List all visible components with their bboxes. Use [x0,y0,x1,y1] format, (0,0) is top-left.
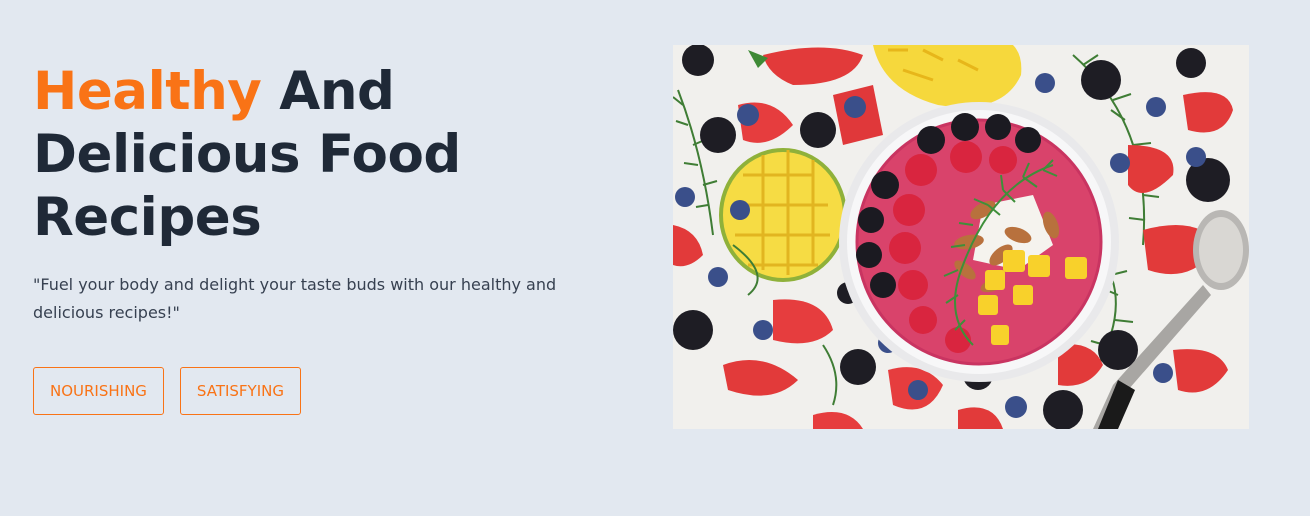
hero-title-accent: Healthy [33,61,262,122]
tag-button-row: NOURISHING SATISFYING [33,367,301,415]
smoothie-bowl-illustration [673,45,1249,429]
hero-title-line1-rest: And [261,61,395,122]
satisfying-button[interactable]: SATISFYING [179,367,301,415]
hero-title: Healthy And Delicious Food Recipes [33,60,593,249]
nourishing-button[interactable]: NOURISHING [33,367,164,415]
hero-title-line3: Recipes [33,187,262,248]
hero-title-line2: Delicious Food [33,124,461,185]
hero-text-section: Healthy And Delicious Food Recipes "Fuel… [33,60,593,327]
hero-tagline: "Fuel your body and delight your taste b… [33,275,557,322]
smoothie-bowl-image [673,45,1249,429]
